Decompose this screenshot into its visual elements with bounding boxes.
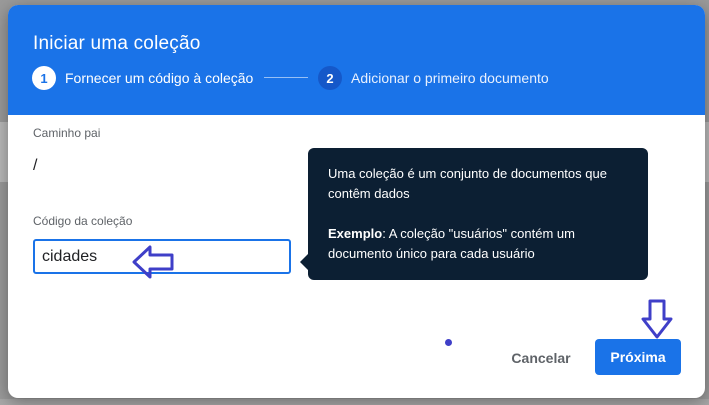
step-1-number: 1 [32,66,56,90]
step-1: 1 Fornecer um código à coleção [32,66,253,90]
cancel-button[interactable]: Cancelar [496,341,586,375]
step-connector [264,77,308,78]
arrow-left-icon [132,245,174,279]
collection-id-label: Código da coleção [33,214,133,228]
dialog-header: Iniciar uma coleção 1 Fornecer um código… [8,5,705,115]
step-1-label: Fornecer um código à coleção [65,70,254,86]
step-2: 2 Adicionar o primeiro documento [318,66,549,90]
parent-path-value: / [33,157,38,174]
annotation-dot [445,339,452,346]
step-2-label: Adicionar o primeiro documento [351,70,549,86]
parent-path-label: Caminho pai [33,126,101,140]
arrow-down-icon [641,299,673,339]
background-panel-left [0,122,8,182]
next-button[interactable]: Próxima [595,339,681,375]
step-2-number: 2 [318,66,342,90]
background-bottom [0,399,709,405]
dialog-title: Iniciar uma coleção [33,33,201,54]
collection-help-tooltip: Uma coleção é um conjunto de documentos … [308,148,648,280]
start-collection-dialog: Iniciar uma coleção 1 Fornecer um código… [8,5,705,398]
tooltip-example-label: Exemplo [328,226,383,241]
tooltip-example: Exemplo: A coleção "usuários" contém um … [328,224,628,264]
tooltip-description: Uma coleção é um conjunto de documentos … [328,166,607,201]
